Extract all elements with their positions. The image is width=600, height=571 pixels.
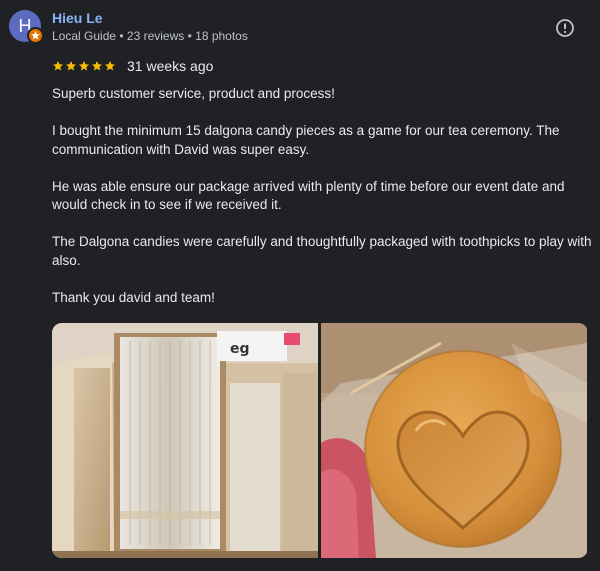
photo-heart-candy[interactable]	[321, 323, 587, 558]
reviewer-meta: Local Guide • 23 reviews • 18 photos	[52, 29, 248, 43]
star-icon	[104, 60, 116, 72]
exclamation-circle-icon	[556, 19, 574, 37]
report-review-button[interactable]	[554, 17, 576, 39]
avatar[interactable]: H	[9, 10, 44, 44]
star-rating	[52, 60, 116, 72]
review-photos: eg	[52, 323, 588, 558]
review-paragraph: The Dalgona candies were carefully and t…	[52, 234, 592, 268]
review-paragraph: I bought the minimum 15 dalgona candy pi…	[52, 123, 560, 157]
star-icon	[65, 60, 77, 72]
star-icon	[78, 60, 90, 72]
local-guide-badge-icon	[27, 27, 44, 44]
review-card: H Hieu Le Local Guide • 23 reviews • 18 …	[0, 0, 600, 571]
review-time: 31 weeks ago	[127, 58, 214, 74]
review-paragraph: He was able ensure our package arrived w…	[52, 178, 565, 213]
review-paragraph: Thank you david and team!	[52, 289, 215, 305]
photo-boxed-candies[interactable]: eg	[52, 323, 318, 558]
review-paragraph: Superb customer service, product and pro…	[52, 86, 335, 101]
star-icon	[52, 60, 64, 72]
review-text: Superb customer service, product and pro…	[52, 85, 592, 326]
rating-row: 31 weeks ago	[52, 57, 213, 75]
svg-text:eg: eg	[230, 341, 250, 357]
reviewer-name[interactable]: Hieu Le	[52, 10, 103, 26]
star-icon	[91, 60, 103, 72]
